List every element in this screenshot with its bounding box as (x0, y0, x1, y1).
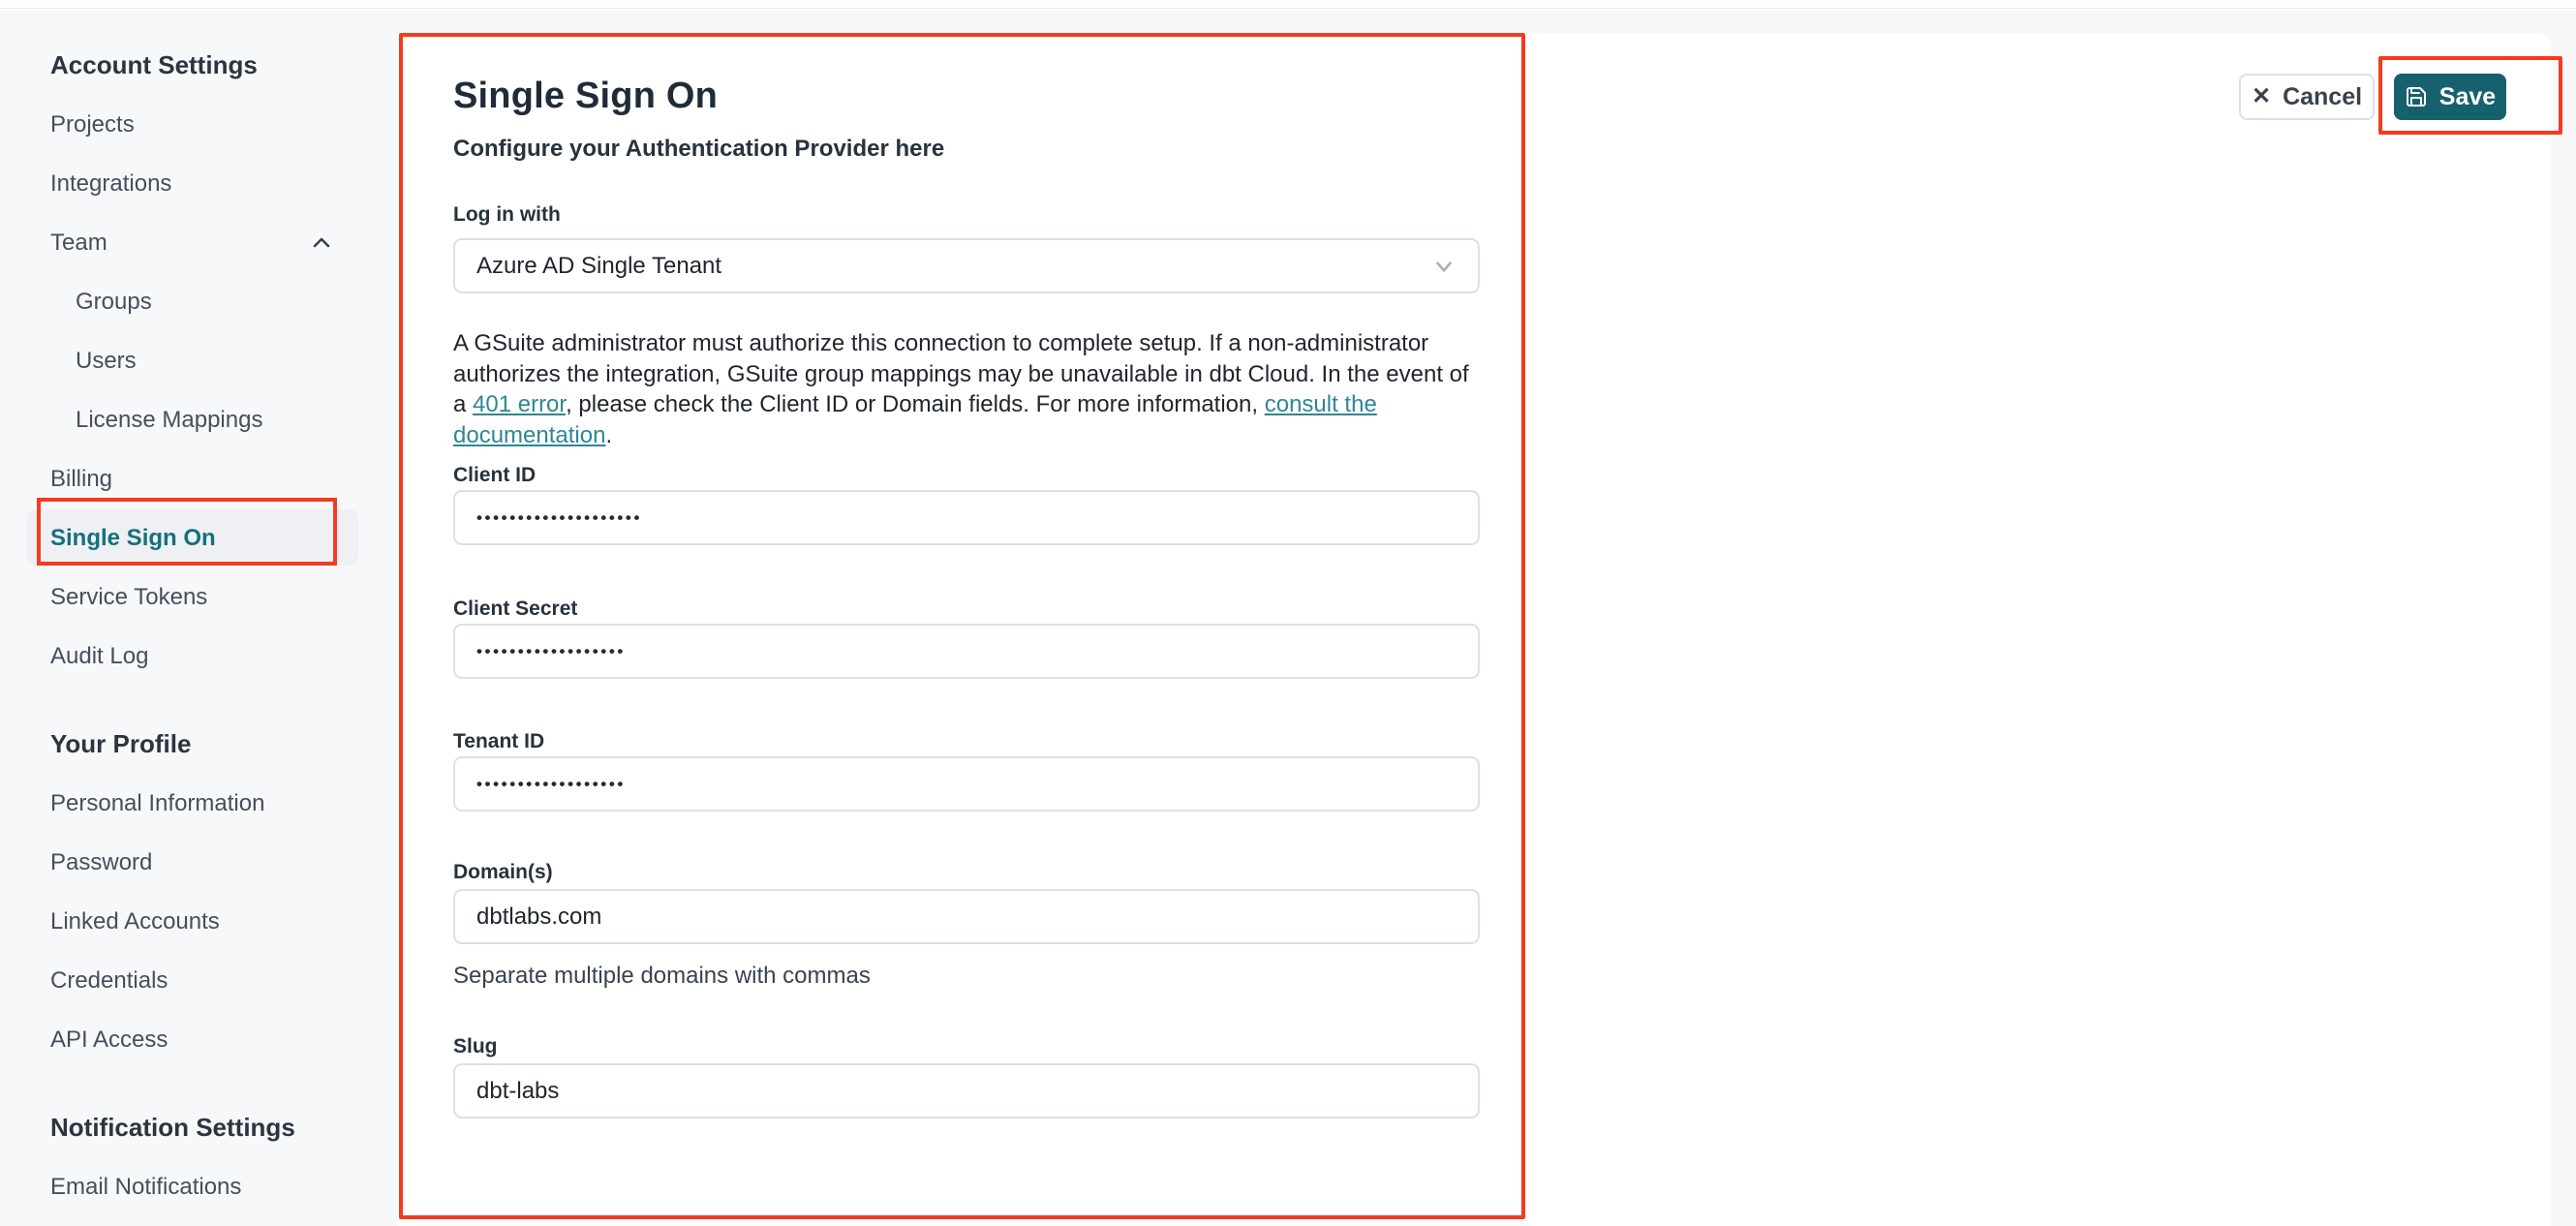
sidebar-section-your-profile: Your Profile (0, 715, 397, 774)
sidebar-item-integrations[interactable]: Integrations (0, 154, 397, 213)
save-button[interactable]: Save (2394, 74, 2506, 120)
client-id-field[interactable]: •••••••••••••••••••• (453, 490, 1480, 545)
slug-value: dbt-labs (476, 1077, 560, 1104)
tenant-id-value: •••••••••••••••••• (476, 774, 626, 793)
sidebar-item-single-sign-on[interactable]: Single Sign On (0, 498, 397, 567)
save-button-label: Save (2438, 82, 2497, 110)
sidebar-item-password[interactable]: Password (0, 833, 397, 892)
chevron-up-icon (310, 231, 333, 255)
note-text: , please check the Client ID or Domain f… (566, 391, 1265, 417)
cancel-button[interactable]: ✕ Cancel (2239, 74, 2375, 120)
sidebar-item-license-mappings[interactable]: License Mappings (0, 390, 397, 449)
chevron-down-icon (1431, 254, 1457, 279)
sidebar-item-personal-information[interactable]: Personal Information (0, 774, 397, 833)
top-header-strip (0, 0, 2576, 9)
sidebar-item-users[interactable]: Users (0, 331, 397, 390)
page-subtitle: Configure your Authentication Provider h… (453, 136, 945, 162)
section-title: Notification Settings (50, 1113, 295, 1142)
close-icon: ✕ (2251, 83, 2272, 109)
client-secret-label: Client Secret (453, 598, 578, 620)
sidebar-item-team[interactable]: Team (0, 213, 397, 272)
sidebar-item-groups[interactable]: Groups (0, 272, 397, 331)
sidebar-item-audit-log[interactable]: Audit Log (0, 627, 397, 686)
settings-sidebar: Account Settings Projects Integrations T… (0, 10, 397, 1226)
tenant-id-label: Tenant ID (453, 730, 545, 752)
section-title: Your Profile (50, 729, 192, 758)
account-settings-page: Account Settings Projects Integrations T… (0, 10, 2576, 1226)
save-icon (2405, 85, 2428, 108)
provider-note: A GSuite administrator must authorize th… (453, 328, 1486, 450)
slug-field[interactable]: dbt-labs (453, 1063, 1480, 1119)
domains-value: dbtlabs.com (476, 903, 602, 930)
sidebar-item-service-tokens[interactable]: Service Tokens (0, 567, 397, 627)
section-title: Account Settings (50, 50, 258, 79)
tenant-id-field[interactable]: •••••••••••••••••• (453, 756, 1480, 812)
login-with-label: Log in with (453, 203, 561, 226)
slug-label: Slug (453, 1035, 498, 1057)
single-sign-on-panel: Single Sign On Configure your Authentica… (397, 33, 2562, 1226)
sidebar-item-api-access[interactable]: API Access (0, 1010, 397, 1069)
sidebar-section-notification-settings: Notification Settings (0, 1098, 397, 1157)
domains-helper-text: Separate multiple domains with commas (453, 963, 871, 989)
domains-label: Domain(s) (453, 861, 553, 883)
login-with-value: Azure AD Single Tenant (476, 252, 722, 279)
client-secret-value: •••••••••••••••••• (476, 641, 626, 660)
link-401-error[interactable]: 401 error (473, 391, 566, 417)
page-title: Single Sign On (453, 76, 719, 116)
client-secret-field[interactable]: •••••••••••••••••• (453, 624, 1480, 679)
client-id-label: Client ID (453, 464, 537, 486)
login-with-select[interactable]: Azure AD Single Tenant (453, 238, 1480, 293)
client-id-value: •••••••••••••••••••• (476, 507, 643, 527)
sidebar-item-email-notifications[interactable]: Email Notifications (0, 1157, 397, 1216)
sidebar-item-linked-accounts[interactable]: Linked Accounts (0, 892, 397, 951)
cancel-button-label: Cancel (2283, 82, 2363, 110)
domains-field[interactable]: dbtlabs.com (453, 889, 1480, 944)
sidebar-item-projects[interactable]: Projects (0, 95, 397, 154)
sidebar-item-billing[interactable]: Billing (0, 449, 397, 508)
sidebar-item-credentials[interactable]: Credentials (0, 951, 397, 1010)
sidebar-section-account-settings: Account Settings (0, 36, 397, 95)
note-text: . (605, 421, 613, 448)
